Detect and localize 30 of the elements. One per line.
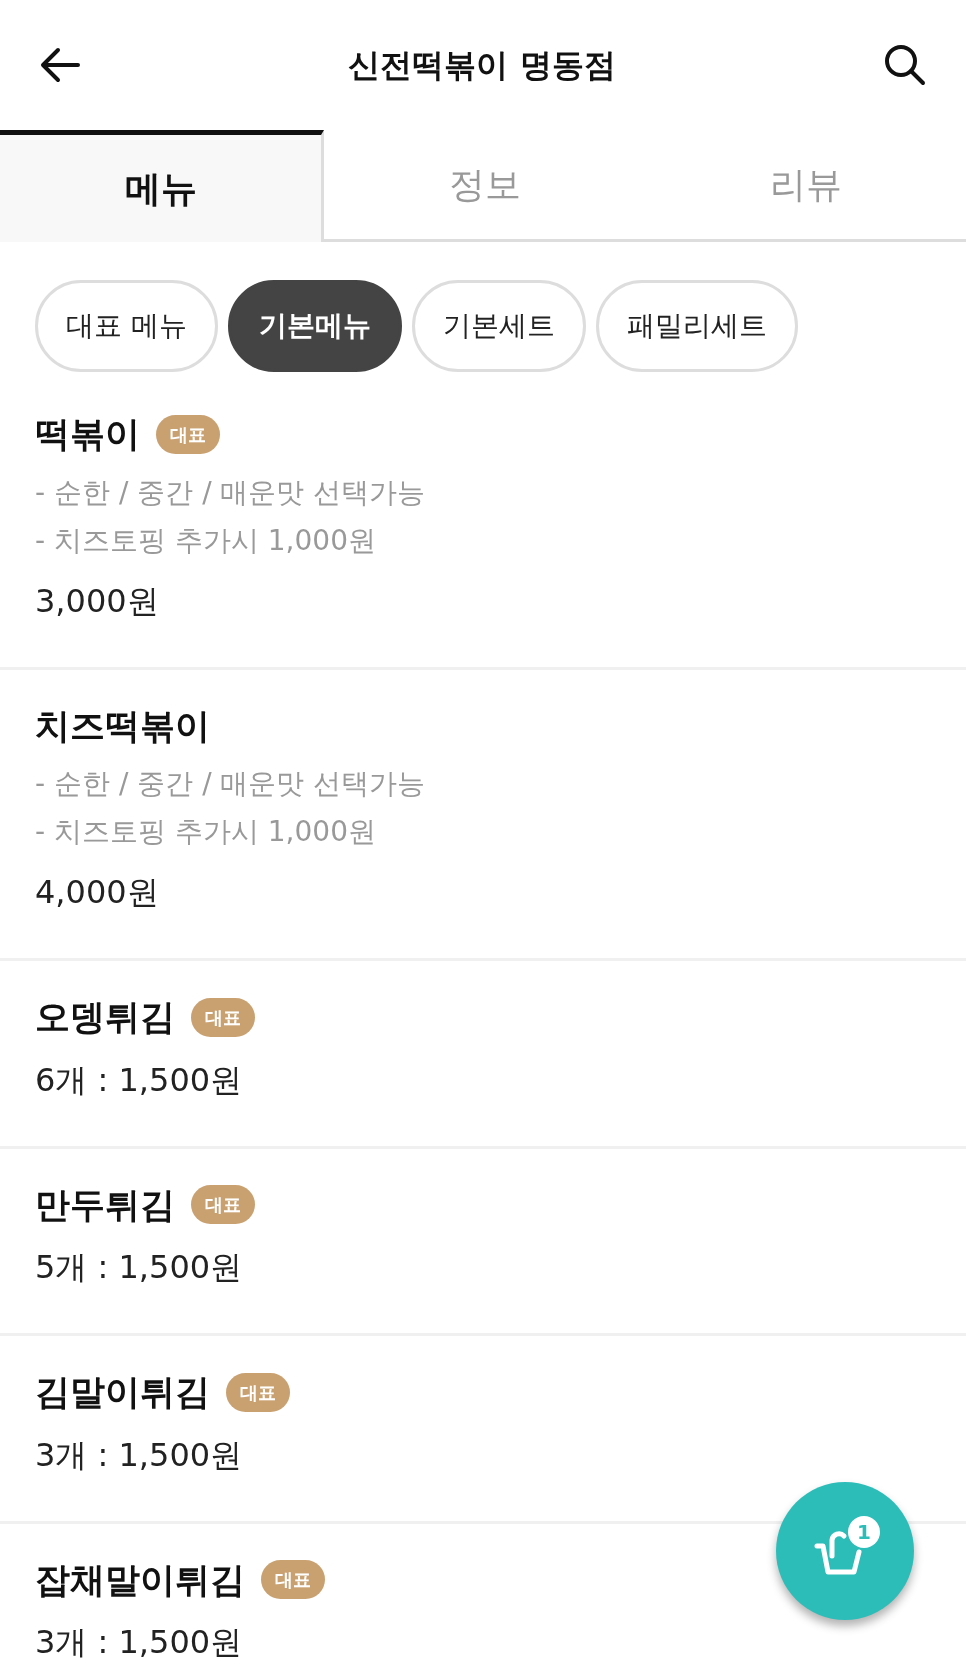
menu-item-name[interactable]: 떡볶이 (35, 408, 140, 461)
menu-item-name[interactable]: 치즈떡볶이 (35, 699, 210, 752)
menu-item-price: 6개 : 1,500원 (35, 1059, 243, 1101)
menu-item-name[interactable]: 잡채말이튀김 (35, 1553, 245, 1606)
menu-item-description: - 치즈토핑 추가시 1,000원 (35, 814, 377, 850)
cart-count-badge: 1 (848, 1516, 880, 1548)
category-chip[interactable]: 대표 메뉴 (35, 280, 218, 372)
featured-badge: 대표 (156, 414, 220, 454)
page-title: 신전떡볶이 명동점 (348, 45, 616, 86)
search-icon[interactable] (884, 44, 926, 86)
menu-item-description: - 순한 / 중간 / 매운맛 선택가능 (35, 474, 427, 511)
featured-badge: 대표 (261, 1560, 325, 1600)
menu-item-name[interactable]: 김말이튀김 (35, 1366, 210, 1419)
menu-item-price: 4,000원 (35, 872, 159, 913)
menu-item-price: 3개 : 1,500원 (35, 1622, 243, 1663)
back-icon[interactable] (40, 47, 80, 83)
featured-badge: 대표 (191, 997, 255, 1037)
category-chip[interactable]: 기본세트 (411, 280, 586, 372)
featured-badge: 대표 (226, 1372, 290, 1412)
menu-item-description: - 치즈토핑 추가시 1,000원 (35, 522, 377, 559)
menu-item-name[interactable]: 만두튀김 (35, 1178, 175, 1231)
featured-badge: 대표 (191, 1185, 255, 1225)
menu-item-description: - 순한 / 중간 / 매운맛 선택가능 (35, 766, 427, 802)
category-chip[interactable]: 기본메뉴 (227, 280, 402, 372)
menu-item-price: 3,000원 (35, 580, 159, 622)
menu-item-price: 3개 : 1,500원 (35, 1434, 243, 1476)
category-chip[interactable]: 패밀리세트 (595, 280, 798, 372)
menu-item-price: 5개 : 1,500원 (35, 1247, 243, 1288)
menu-item-name[interactable]: 오뎅튀김 (35, 991, 175, 1044)
tab[interactable]: 메뉴 (0, 130, 324, 242)
